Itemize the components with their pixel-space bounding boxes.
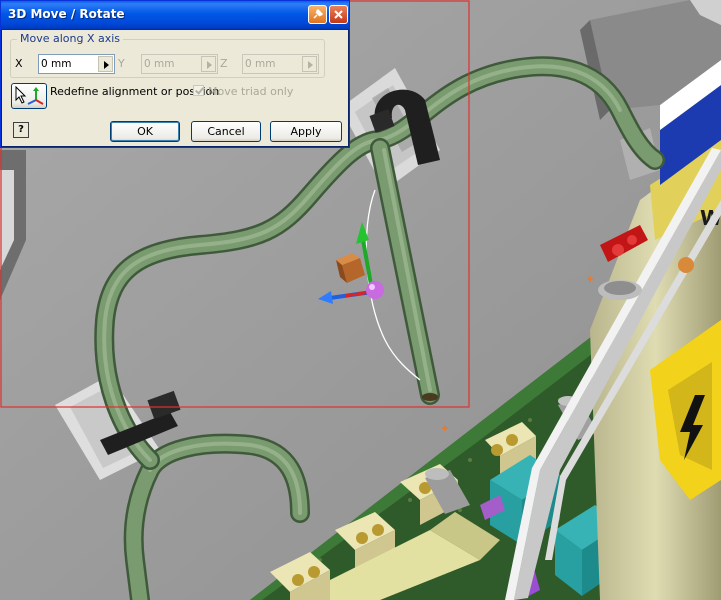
y-arrow-button <box>201 56 216 72</box>
apply-button[interactable]: Apply <box>270 121 342 142</box>
cancel-button[interactable]: Cancel <box>191 121 261 142</box>
z-arrow-button <box>302 56 317 72</box>
help-icon: ? <box>18 124 24 135</box>
y-axis-label: Y <box>118 57 125 70</box>
z-axis-label: Z <box>220 57 228 70</box>
move-axis-group: Move along X axis X Y Z <box>10 33 325 78</box>
x-arrow-button[interactable] <box>98 56 113 72</box>
dialog-title: 3D Move / Rotate <box>8 7 125 21</box>
pin-icon <box>313 8 324 19</box>
ok-button[interactable]: OK <box>110 121 180 142</box>
pin-button[interactable] <box>308 5 327 24</box>
close-icon <box>334 10 343 19</box>
move-rotate-dialog[interactable]: 3D Move / Rotate Move along X axis X Y <box>0 0 350 148</box>
move-triad-label: Move triad only <box>208 85 294 98</box>
z-value-input <box>245 57 299 71</box>
triad-cursor-icon <box>15 85 44 105</box>
help-button[interactable]: ? <box>13 122 29 138</box>
dialog-body: Move along X axis X Y Z <box>4 30 346 144</box>
redefine-button[interactable] <box>11 83 47 109</box>
z-value-field <box>242 54 319 74</box>
x-value-field[interactable] <box>38 54 115 74</box>
x-axis-label: X <box>15 57 23 70</box>
y-value-field <box>141 54 218 74</box>
y-value-input <box>144 57 198 71</box>
close-button[interactable] <box>329 5 348 24</box>
x-value-input[interactable] <box>41 57 95 71</box>
group-label: Move along X axis <box>17 33 124 45</box>
move-triad-checkbox <box>193 85 204 96</box>
dialog-titlebar[interactable]: 3D Move / Rotate <box>1 1 349 30</box>
